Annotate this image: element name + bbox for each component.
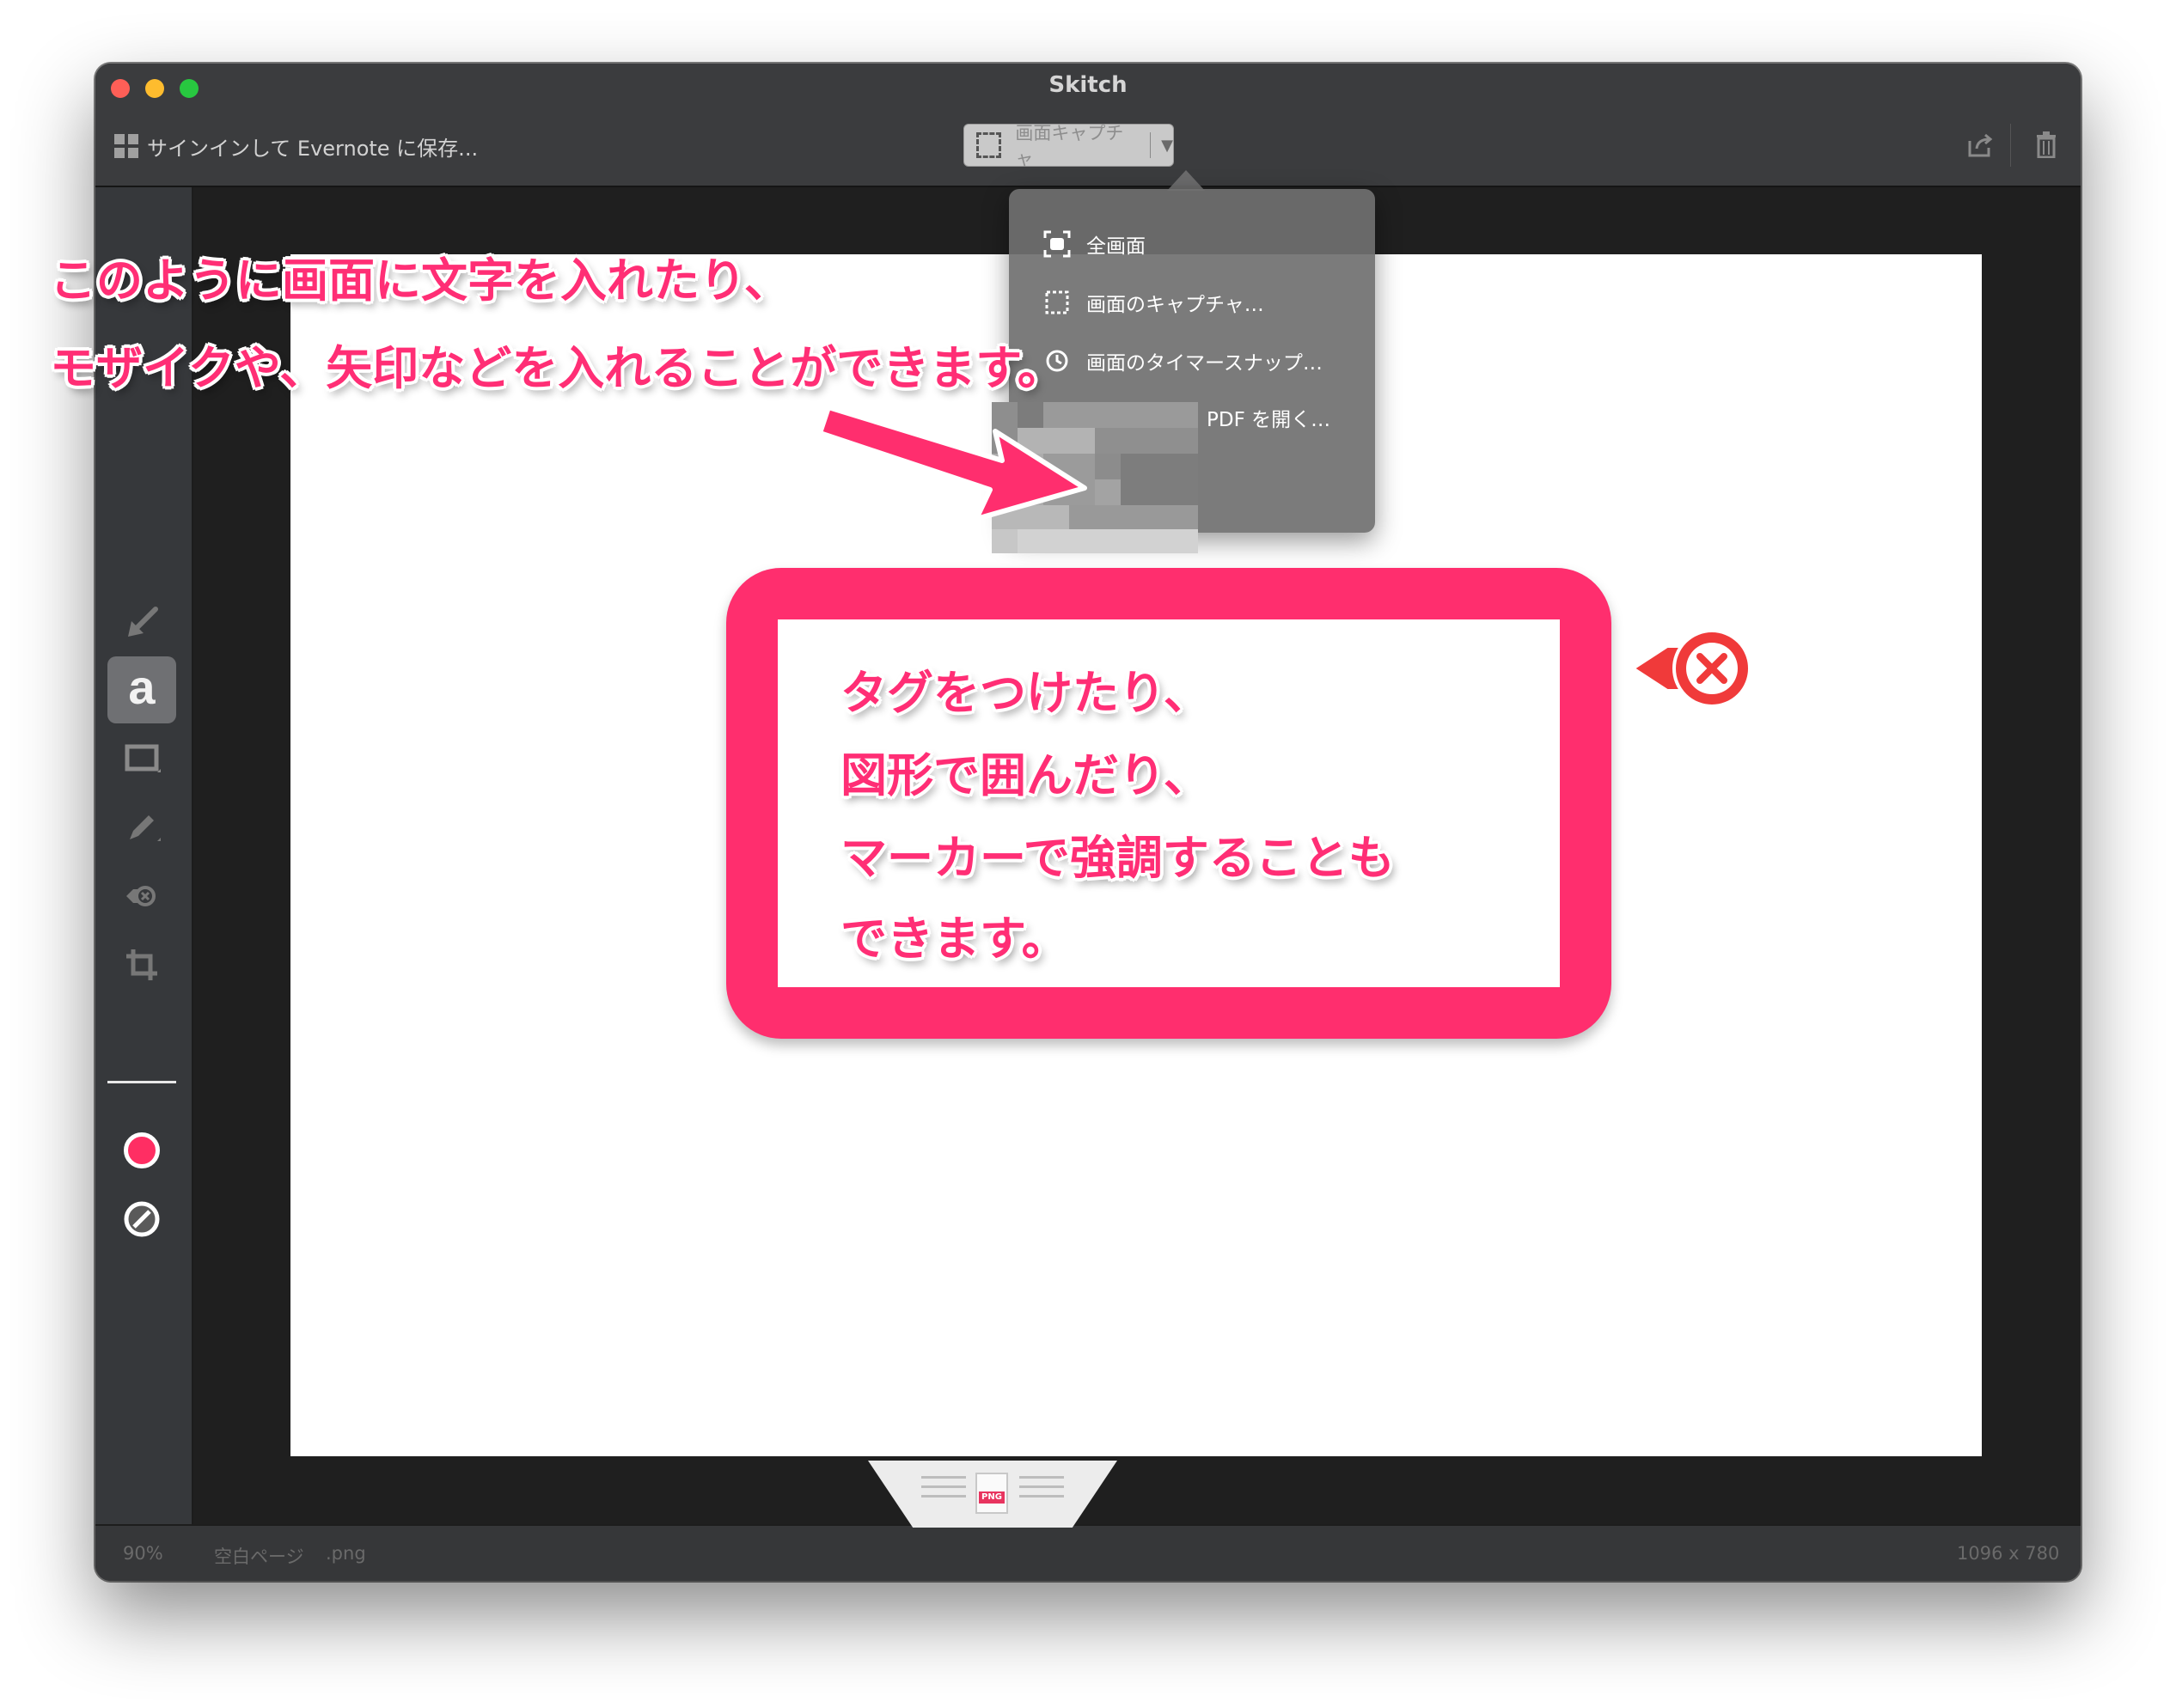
capture-button-separator [1150,132,1152,158]
share-icon[interactable] [1967,132,1993,158]
stamp-x-icon [126,886,156,906]
menu-item-label: PDF を開く… [1207,409,1331,431]
menu-item-timer-snap[interactable]: 画面のタイマースナップ… [1043,344,1323,378]
trash-icon[interactable] [2036,131,2057,158]
toolbar-separator [2010,124,2011,167]
headline-annotation-line2[interactable]: モザイクや、矢印などを入れることができます。 [50,330,1064,398]
headline-annotation-line1[interactable]: このように画面に文字を入れたり、 [50,242,791,310]
menu-item-fullscreen[interactable]: 全画面 [1043,227,1146,261]
screen-capture-label: 画面キャプチャ [1015,123,1124,169]
pen-tool[interactable] [107,794,176,861]
pen-icon [130,815,161,841]
text-tool-label: a [128,660,156,714]
stroke-width-icon[interactable] [124,1201,162,1239]
title-bar: Skitch サインインして Evernote に保存... 画面キャプチャ ▼ [95,64,2081,187]
screen-capture-button[interactable]: 画面キャプチャ ▼ [963,123,1174,169]
evernote-signin-button[interactable]: サインインして Evernote に保存... [114,131,478,162]
drag-handle-right [1019,1476,1064,1504]
crop-icon [126,949,157,980]
text-tool[interactable]: a [107,656,176,723]
box-text-line2[interactable]: 図形で囲んだり、 [840,737,1210,805]
evernote-grid-icon [114,134,138,158]
arrow-icon [128,607,158,637]
color-picker-button[interactable] [124,1132,160,1168]
menu-item-open-pdf[interactable]: PDF を開く… [1207,400,1330,435]
arrow-tool[interactable] [107,589,176,656]
crosshair-capture-icon [1045,290,1069,314]
box-text-line4[interactable]: できます。 [840,900,1068,968]
crosshair-capture-icon [976,132,1002,158]
document-name[interactable]: 空白ページ [214,1543,304,1569]
shape-tool[interactable] [107,725,176,792]
file-format[interactable]: .png [326,1543,366,1564]
window-title: Skitch [1048,72,1128,98]
zoom-level[interactable]: 90% [123,1543,163,1564]
reject-tag-stamp[interactable] [1629,625,1758,711]
menu-item-label: 画面のキャプチャ… [1086,294,1264,316]
box-text-line1[interactable]: タグをつけたり、 [840,655,1210,723]
stamp-tool[interactable] [107,863,176,930]
arrow-annotation[interactable] [808,378,1152,533]
rectangle-icon [125,744,161,772]
menu-caret [1167,170,1205,191]
menu-item-label: 全画面 [1086,235,1146,258]
fullscreen-capture-icon [1043,230,1071,258]
triangle-down-icon[interactable]: ▼ [1161,137,1173,155]
box-text-line3[interactable]: マーカーで強調することも [840,820,1395,888]
menu-item-screen-capture[interactable]: 画面のキャプチャ… [1043,285,1264,320]
png-label: PNG [979,1491,1005,1504]
png-file-icon: PNG [975,1473,1008,1514]
menu-item-label: 画面のタイマースナップ… [1086,352,1323,375]
crop-tool[interactable] [107,931,176,998]
signin-label: サインインして Evernote に保存... [147,136,479,161]
drag-handle-left [921,1476,966,1504]
status-bar: 90% 空白ページ .png 1096 x 780 [95,1524,2081,1581]
image-dimensions: 1096 x 780 [1957,1543,2060,1564]
sidebar-divider [107,1081,176,1083]
